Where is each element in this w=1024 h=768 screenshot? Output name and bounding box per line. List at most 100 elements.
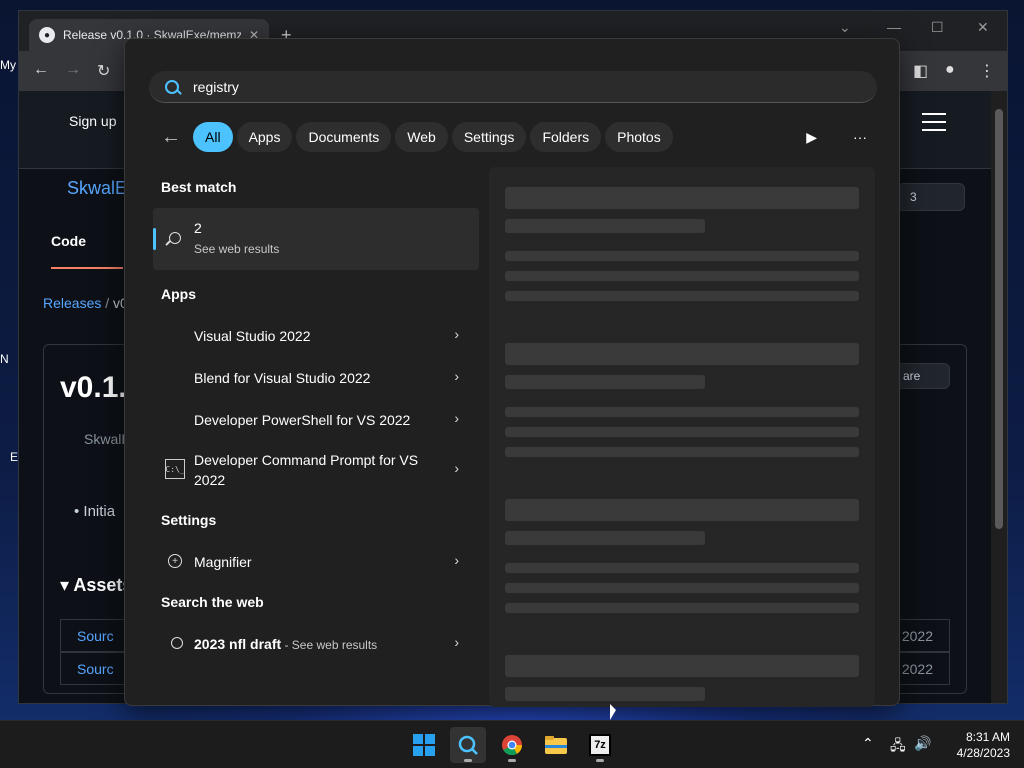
visual-studio-icon [165, 325, 185, 345]
chevron-up-icon[interactable]: ⌃ [862, 735, 874, 752]
loading-placeholder [505, 375, 705, 389]
more-options-icon[interactable]: ··· [853, 129, 867, 146]
asset-name[interactable]: Sourc [77, 628, 114, 644]
minimize-icon[interactable]: — [887, 19, 901, 35]
sidebar-icon[interactable]: ◧ [913, 61, 928, 81]
filter-bar: ← All Apps Documents Web Settings Folder… [153, 121, 673, 153]
asset-date: 2022 [901, 628, 933, 644]
play-icon[interactable]: ▶ [806, 129, 817, 146]
reload-icon[interactable]: ↻ [97, 61, 110, 81]
clock-date: 4/28/2023 [956, 746, 1010, 760]
app-label: Developer Command Prompt for VS 2022 [194, 452, 419, 488]
loading-placeholder [505, 187, 859, 209]
web-query: 2023 nfl draft [194, 636, 282, 652]
best-match-item[interactable]: 2 See web results [153, 208, 479, 270]
repo-name-link[interactable]: SkwalE [67, 178, 127, 199]
preview-pane [489, 167, 875, 707]
powershell-icon [165, 409, 185, 429]
loading-placeholder [505, 603, 859, 613]
search-input[interactable] [193, 78, 793, 95]
filter-settings[interactable]: Settings [451, 122, 527, 152]
web-result[interactable]: 2023 nfl draft - See web results › [153, 623, 479, 663]
chevron-down-icon[interactable]: ⌄ [839, 19, 851, 36]
loading-placeholder [505, 655, 859, 677]
volume-icon[interactable]: 🔊 [914, 735, 931, 752]
github-icon: ● [39, 27, 55, 43]
settings-result[interactable]: + Magnifier › [153, 541, 479, 581]
taskbar-file-explorer[interactable] [538, 727, 574, 763]
network-icon[interactable]: 🖧 [890, 735, 906, 759]
best-match-heading: Best match [161, 179, 237, 195]
loading-placeholder [505, 291, 859, 301]
chrome-icon [502, 735, 523, 756]
sign-up-link[interactable]: Sign up [69, 113, 116, 129]
release-note: • Initia [74, 503, 116, 520]
breadcrumb: Releases / v0. [43, 295, 132, 311]
filter-web[interactable]: Web [395, 122, 448, 152]
windows-logo-icon [413, 734, 435, 756]
loading-placeholder [505, 531, 705, 545]
app-label: Developer PowerShell for VS 2022 [194, 412, 411, 428]
app-result[interactable]: Blend for Visual Studio 2022 › [153, 357, 479, 397]
filter-photos[interactable]: Photos [605, 122, 673, 152]
chevron-right-icon[interactable]: › [454, 634, 459, 650]
desktop-icon-label[interactable]: E [10, 450, 18, 464]
hamburger-icon[interactable] [922, 113, 946, 131]
loading-placeholder [505, 427, 859, 437]
app-label: Visual Studio 2022 [194, 328, 311, 344]
loading-placeholder [505, 499, 859, 521]
7zip-icon: 7z [589, 734, 611, 756]
blend-icon [165, 367, 185, 387]
chevron-right-icon[interactable]: › [454, 326, 459, 342]
taskbar-7zip[interactable]: 7z [582, 727, 618, 763]
filter-documents[interactable]: Documents [296, 122, 392, 152]
count-badge[interactable]: 3 [897, 183, 965, 211]
app-result[interactable]: Visual Studio 2022 › [153, 315, 479, 355]
desktop-icon-label[interactable]: My [0, 58, 16, 72]
chevron-right-icon[interactable]: › [454, 552, 459, 568]
breadcrumb-releases[interactable]: Releases [43, 295, 101, 311]
app-result[interactable]: Developer PowerShell for VS 2022 › [153, 399, 479, 439]
chevron-right-icon[interactable]: › [454, 368, 459, 384]
scrollbar-thumb[interactable] [995, 109, 1003, 529]
desktop-icon-label[interactable]: N [0, 352, 9, 366]
menu-kebab-icon[interactable]: ⋮ [979, 61, 995, 81]
settings-heading: Settings [161, 512, 217, 528]
web-search-icon [171, 637, 183, 649]
apps-heading: Apps [161, 286, 196, 302]
scrollbar[interactable] [991, 91, 1007, 703]
web-search-icon [169, 232, 181, 244]
forward-icon[interactable]: → [65, 61, 81, 79]
search-box[interactable] [149, 71, 877, 103]
clock[interactable]: 8:31 AM 4/28/2023 [940, 729, 1010, 761]
taskbar-chrome[interactable] [494, 727, 530, 763]
loading-placeholder [505, 407, 859, 417]
breadcrumb-separator: / [105, 295, 110, 311]
back-icon[interactable]: ← [33, 61, 49, 79]
taskbar-search-button[interactable] [450, 727, 486, 763]
search-icon [458, 735, 478, 755]
close-window-icon[interactable]: ✕ [977, 19, 989, 36]
assets-heading[interactable]: ▾ Assets [60, 575, 132, 596]
running-indicator [508, 759, 516, 762]
profile-icon[interactable]: ● [945, 61, 955, 79]
loading-placeholder [505, 251, 859, 261]
maximize-icon[interactable]: ☐ [931, 19, 944, 36]
start-button[interactable] [406, 727, 442, 763]
asset-name[interactable]: Sourc [77, 661, 114, 677]
filter-apps[interactable]: Apps [236, 122, 293, 152]
search-icon [165, 79, 179, 94]
tab-code[interactable]: Code [51, 233, 123, 269]
filter-folders[interactable]: Folders [530, 122, 602, 152]
share-button[interactable]: are [894, 363, 950, 389]
command-prompt-icon: C:\_ [165, 459, 185, 479]
chevron-right-icon[interactable]: › [454, 460, 459, 476]
loading-placeholder [505, 687, 705, 701]
filter-all[interactable]: All [193, 122, 233, 152]
back-arrow-icon[interactable]: ← [153, 126, 189, 149]
chevron-right-icon[interactable]: › [454, 410, 459, 426]
clock-time: 8:31 AM [965, 730, 1010, 744]
app-result[interactable]: C:\_ Developer Command Prompt for VS 202… [153, 449, 479, 491]
loading-placeholder [505, 563, 859, 573]
web-result-label: 2023 nfl draft - See web results [194, 634, 424, 655]
